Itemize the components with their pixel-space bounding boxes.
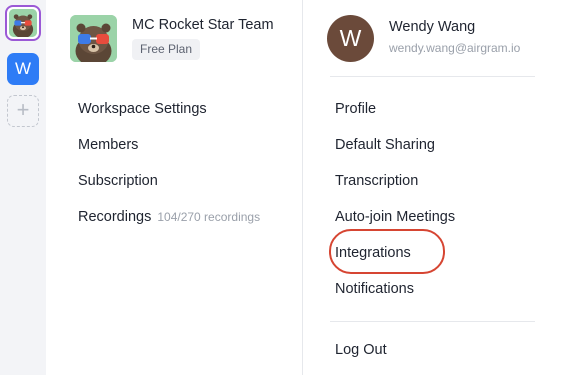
menu-item-subscription[interactable]: Subscription <box>78 169 260 205</box>
workspace-w-button[interactable]: W <box>7 53 39 85</box>
user-name: Wendy Wang <box>389 19 476 35</box>
menu-item-workspace-settings[interactable]: Workspace Settings <box>78 97 260 133</box>
user-avatar: W <box>327 15 374 62</box>
menu-item-profile[interactable]: Profile <box>335 97 455 133</box>
add-workspace-button[interactable]: + <box>7 95 39 127</box>
menu-item-notifications[interactable]: Notifications <box>335 277 455 313</box>
user-menu: Profile Default Sharing Transcription Au… <box>335 97 455 313</box>
otter-mascot-icon <box>70 15 117 62</box>
user-header-divider <box>330 76 535 77</box>
recordings-count: 104/270 recordings <box>157 210 261 224</box>
team-name: MC Rocket Star Team <box>132 17 274 33</box>
menu-item-recordings[interactable]: Recordings 104/270 recordings <box>78 205 260 241</box>
workspace-switcher-active[interactable] <box>5 5 41 41</box>
panel-divider <box>302 0 303 375</box>
user-email: wendy.wang@airgram.io <box>389 41 521 55</box>
logout-button[interactable]: Log Out <box>335 342 387 358</box>
workspace-rail: W + <box>0 0 46 375</box>
workspace-menu: Workspace Settings Members Subscription … <box>78 97 260 241</box>
recordings-label: Recordings <box>78 209 152 225</box>
logout-divider <box>330 321 535 322</box>
plan-badge: Free Plan <box>132 39 201 60</box>
otter-mascot-icon <box>9 9 37 37</box>
menu-item-transcription[interactable]: Transcription <box>335 169 455 205</box>
menu-item-default-sharing[interactable]: Default Sharing <box>335 133 455 169</box>
integrations-highlight-ring <box>329 229 445 274</box>
menu-item-members[interactable]: Members <box>78 133 260 169</box>
